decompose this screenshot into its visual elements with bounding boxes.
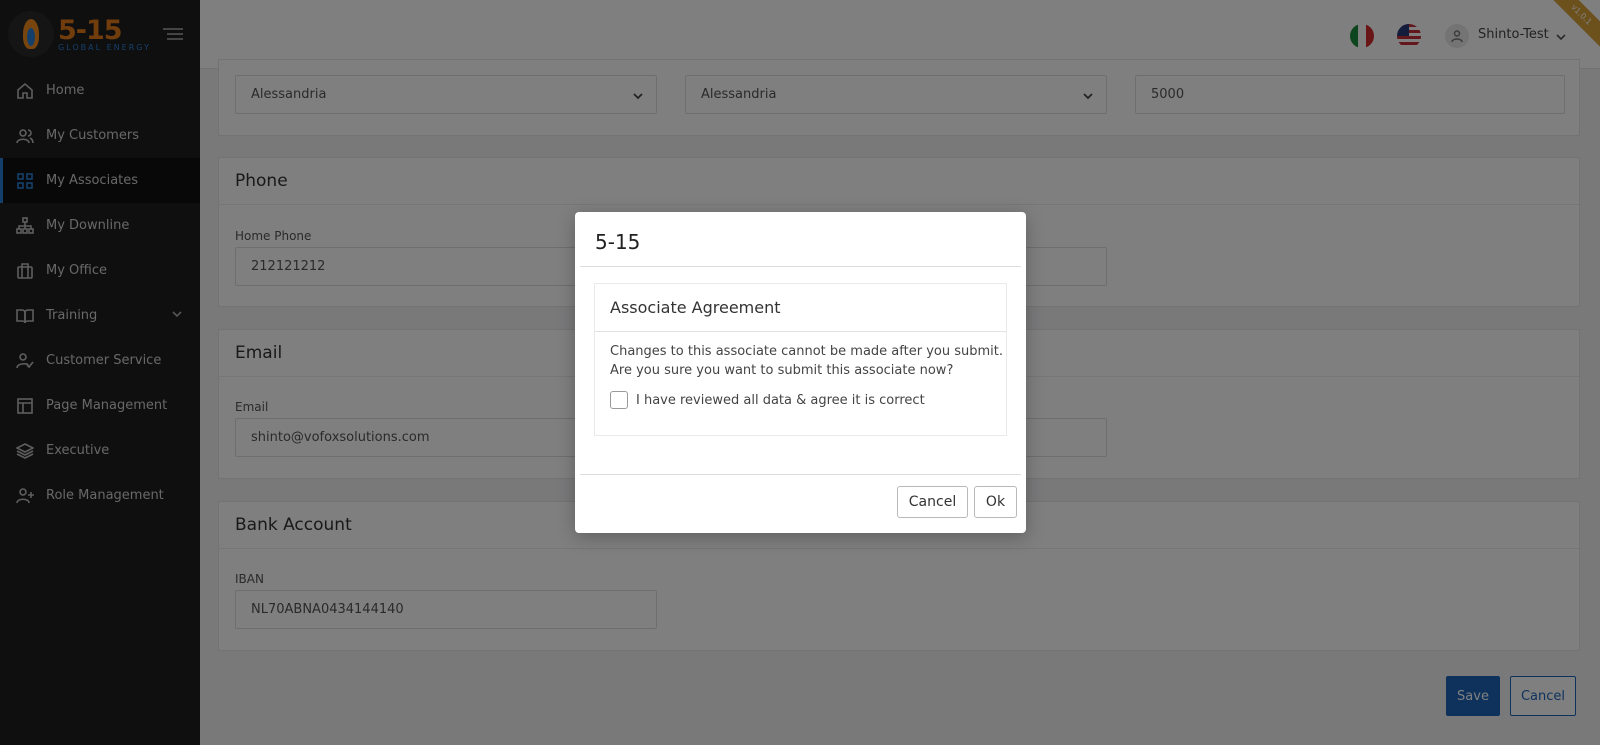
agreement-panel: Associate Agreement Changes to this asso… bbox=[594, 283, 1007, 436]
agreement-message-line1: Changes to this associate cannot be made… bbox=[610, 344, 1003, 359]
dialog-cancel-button[interactable]: Cancel bbox=[897, 486, 968, 518]
dialog-title: 5-15 bbox=[595, 230, 641, 254]
divider bbox=[580, 474, 1021, 475]
agree-checkbox-row[interactable]: I have reviewed all data & agree it is c… bbox=[610, 391, 925, 409]
agree-checkbox[interactable] bbox=[610, 391, 628, 409]
dialog-ok-button[interactable]: Ok bbox=[974, 486, 1017, 518]
associate-agreement-dialog: 5-15 Associate Agreement Changes to this… bbox=[575, 212, 1026, 533]
agreement-title: Associate Agreement bbox=[595, 284, 1006, 332]
agree-checkbox-label[interactable]: I have reviewed all data & agree it is c… bbox=[636, 393, 925, 408]
agreement-message-line2: Are you sure you want to submit this ass… bbox=[610, 363, 954, 378]
divider bbox=[580, 266, 1021, 267]
